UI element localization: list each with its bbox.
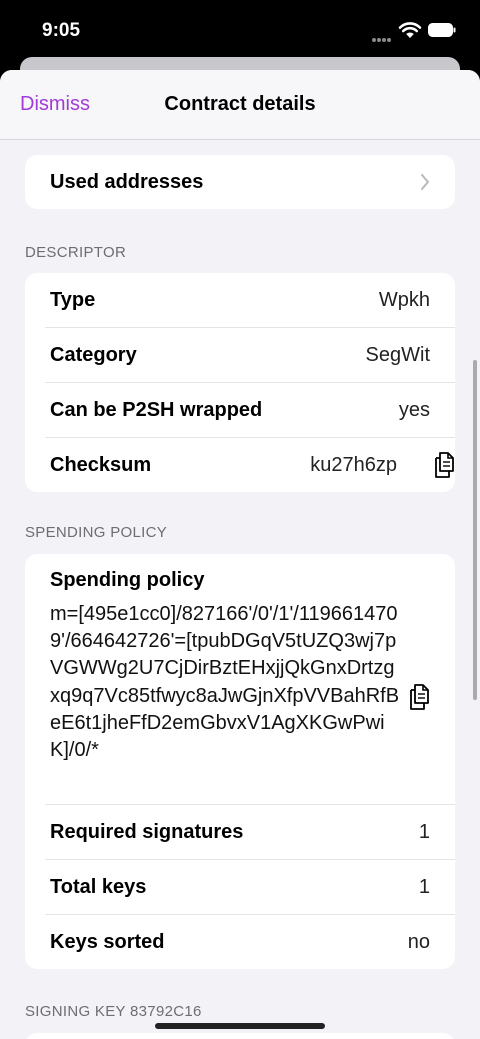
status-bar: 9:05 bbox=[0, 0, 480, 60]
row-value: 1 bbox=[418, 876, 430, 898]
descriptor-row-p2sh: Can be P2SH wrapped yes bbox=[45, 382, 455, 437]
row-label: Type bbox=[50, 289, 96, 311]
home-indicator bbox=[155, 1023, 325, 1029]
policy-row-keys-sorted: Keys sorted no bbox=[45, 914, 455, 969]
scrollbar[interactable] bbox=[473, 360, 477, 700]
descriptor-row-category: Category SegWit bbox=[45, 327, 455, 382]
used-addresses-label: Used addresses bbox=[50, 171, 204, 193]
contract-details-sheet: Dismiss Contract details Used addresses … bbox=[0, 70, 480, 1039]
descriptor-row-type: Type Wpkh bbox=[25, 273, 455, 327]
row-label: Keys sorted bbox=[50, 931, 165, 953]
used-addresses-row[interactable]: Used addresses bbox=[25, 155, 455, 209]
row-value: 1 bbox=[418, 821, 430, 843]
spending-policy-block: Spending policy m=[495e1cc0]/827166'/0'/… bbox=[25, 554, 455, 804]
row-value: no bbox=[407, 931, 430, 953]
row-value: yes bbox=[398, 399, 430, 421]
status-time: 9:05 bbox=[42, 20, 81, 41]
copy-policy-icon[interactable] bbox=[408, 684, 430, 710]
spending-policy-title: Spending policy bbox=[50, 569, 205, 591]
row-value: Wpkh bbox=[378, 289, 430, 311]
checksum-value: ku27h6zp bbox=[310, 454, 397, 476]
copy-checksum-icon[interactable] bbox=[433, 452, 455, 478]
row-value: SegWit bbox=[365, 344, 430, 366]
row-label: Can be P2SH wrapped bbox=[50, 399, 263, 421]
descriptor-card: Type Wpkh Category SegWit Can be P2SH wr… bbox=[25, 273, 455, 492]
row-label: Category bbox=[50, 344, 137, 366]
signing-key-card bbox=[25, 1033, 455, 1039]
spending-policy-descriptor: m=[495e1cc0]/827166'/0'/1'/1196614709'/6… bbox=[50, 603, 400, 762]
policy-row-total-keys: Total keys 1 bbox=[45, 859, 455, 914]
wifi-icon bbox=[398, 22, 422, 38]
row-label: Checksum bbox=[50, 454, 152, 476]
chevron-right-icon bbox=[421, 174, 429, 190]
row-label: Required signatures bbox=[50, 821, 244, 843]
descriptor-header: DESCRIPTOR bbox=[25, 244, 127, 261]
battery-icon bbox=[428, 23, 456, 37]
nav-bar: Dismiss Contract details bbox=[0, 70, 480, 140]
used-addresses-card: Used addresses bbox=[25, 155, 455, 209]
descriptor-row-checksum: Checksum ku27h6zp bbox=[45, 437, 455, 492]
policy-row-required-signatures: Required signatures 1 bbox=[45, 804, 455, 859]
page-title: Contract details bbox=[164, 93, 316, 115]
row-label: Total keys bbox=[50, 876, 147, 898]
more-dots-icon bbox=[372, 29, 392, 42]
spending-policy-header: SPENDING POLICY bbox=[25, 524, 168, 541]
signing-key-header: SIGNING KEY 83792C16 bbox=[25, 1003, 202, 1020]
spending-policy-card: Spending policy m=[495e1cc0]/827166'/0'/… bbox=[25, 554, 455, 969]
